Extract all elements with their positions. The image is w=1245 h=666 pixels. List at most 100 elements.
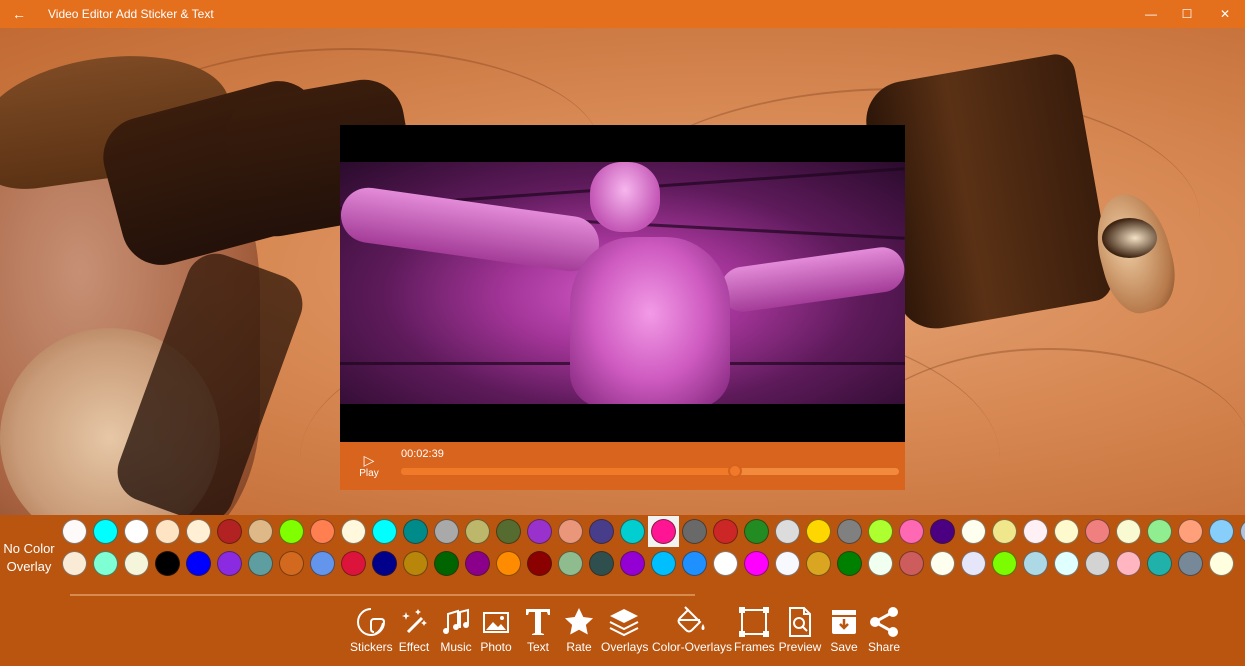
color-swatch[interactable] [493, 516, 524, 547]
color-swatch[interactable] [121, 516, 152, 547]
color-swatch[interactable] [400, 548, 431, 579]
color-swatch[interactable] [648, 516, 679, 547]
color-swatch[interactable] [183, 548, 214, 579]
seek-thumb[interactable] [727, 464, 742, 478]
color-swatch[interactable] [1082, 548, 1113, 579]
color-swatch[interactable] [1020, 548, 1051, 579]
color-swatch[interactable] [1051, 516, 1082, 547]
color-swatch[interactable] [803, 516, 834, 547]
color-swatch[interactable] [679, 516, 710, 547]
color-swatch[interactable] [307, 548, 338, 579]
color-swatch[interactable] [431, 516, 462, 547]
color-swatch[interactable] [741, 548, 772, 579]
color-swatch[interactable] [338, 516, 369, 547]
color-swatch[interactable] [710, 516, 741, 547]
color-swatch[interactable] [1020, 516, 1051, 547]
color-swatch[interactable] [90, 516, 121, 547]
share-button[interactable]: Share [866, 606, 902, 661]
color-swatch[interactable] [90, 548, 121, 579]
color-swatch[interactable] [183, 516, 214, 547]
color-swatch[interactable] [431, 548, 462, 579]
color-swatch[interactable] [1051, 548, 1082, 579]
color-swatch[interactable] [555, 548, 586, 579]
photo-button[interactable]: Photo [479, 606, 513, 661]
color-swatch[interactable] [121, 548, 152, 579]
color-swatch[interactable] [214, 516, 245, 547]
play-button[interactable]: ▷ Play [354, 452, 384, 486]
color-swatch[interactable] [369, 548, 400, 579]
color-swatch[interactable] [1175, 548, 1206, 579]
color-swatch[interactable] [679, 548, 710, 579]
color-swatch[interactable] [462, 548, 493, 579]
color-swatch[interactable] [617, 516, 648, 547]
overlays-button[interactable]: Overlays [601, 606, 648, 661]
color-swatch[interactable] [245, 516, 276, 547]
color-swatch[interactable] [896, 548, 927, 579]
color-swatch[interactable] [958, 516, 989, 547]
color-swatch[interactable] [245, 548, 276, 579]
color-swatch[interactable] [555, 516, 586, 547]
color-swatch[interactable] [493, 548, 524, 579]
color-swatch[interactable] [617, 548, 648, 579]
color-swatch[interactable] [927, 548, 958, 579]
color-swatch[interactable] [369, 516, 400, 547]
color-swatch[interactable] [1206, 516, 1237, 547]
color-swatch[interactable] [865, 516, 896, 547]
color-swatch[interactable] [524, 516, 555, 547]
color-swatch[interactable] [834, 548, 865, 579]
color-swatch[interactable] [276, 548, 307, 579]
stickers-button[interactable]: Stickers [350, 606, 393, 661]
back-button[interactable]: ← [0, 0, 38, 28]
color-swatch[interactable] [1175, 516, 1206, 547]
color-swatch[interactable] [896, 516, 927, 547]
color-swatch[interactable] [989, 548, 1020, 579]
color-swatch[interactable] [1144, 516, 1175, 547]
color-swatch[interactable] [1144, 548, 1175, 579]
color-swatch[interactable] [958, 548, 989, 579]
horizontal-scrollbar[interactable] [70, 594, 695, 596]
color-swatch[interactable] [989, 516, 1020, 547]
maximize-button[interactable]: ☐ [1169, 0, 1205, 28]
color-swatch[interactable] [59, 548, 90, 579]
color-swatch[interactable] [400, 516, 431, 547]
color-overlays-button[interactable]: Color-Overlays [652, 606, 732, 661]
minimize-button[interactable]: — [1133, 0, 1169, 28]
color-swatch[interactable] [276, 516, 307, 547]
no-color-overlay-button[interactable]: No Color Overlay [0, 540, 58, 576]
color-swatch[interactable] [338, 548, 369, 579]
color-swatch[interactable] [152, 548, 183, 579]
color-swatch[interactable] [152, 516, 183, 547]
color-swatch[interactable] [307, 516, 338, 547]
text-button[interactable]: Text [520, 606, 556, 661]
color-swatch[interactable] [741, 516, 772, 547]
color-swatch[interactable] [772, 548, 803, 579]
color-swatch[interactable] [1206, 548, 1237, 579]
preview-button[interactable]: Preview [778, 606, 822, 661]
save-button[interactable]: Save [828, 606, 860, 661]
color-swatch[interactable] [586, 548, 617, 579]
color-swatch[interactable] [834, 516, 865, 547]
color-swatch[interactable] [710, 548, 741, 579]
color-swatch[interactable] [1113, 516, 1144, 547]
effect-button[interactable]: Effect [396, 606, 432, 661]
color-swatch[interactable] [586, 516, 617, 547]
color-swatch[interactable] [59, 516, 90, 547]
color-swatch[interactable] [524, 548, 555, 579]
color-swatch[interactable] [865, 548, 896, 579]
color-swatch[interactable] [1237, 516, 1245, 547]
frames-button[interactable]: Frames [734, 606, 775, 661]
rate-button[interactable]: Rate [561, 606, 597, 661]
music-button[interactable]: Music [438, 606, 474, 661]
color-swatch[interactable] [1113, 548, 1144, 579]
color-swatch[interactable] [648, 548, 679, 579]
seek-bar[interactable] [401, 464, 899, 478]
color-swatch[interactable] [927, 516, 958, 547]
color-swatch[interactable] [214, 548, 245, 579]
close-button[interactable]: ✕ [1205, 0, 1245, 28]
video-player[interactable]: ▷ Play 00:02:39 [340, 125, 905, 490]
color-swatch[interactable] [1082, 516, 1113, 547]
video-frame[interactable] [340, 162, 905, 404]
color-swatch[interactable] [772, 516, 803, 547]
color-swatch[interactable] [803, 548, 834, 579]
color-swatch[interactable] [462, 516, 493, 547]
